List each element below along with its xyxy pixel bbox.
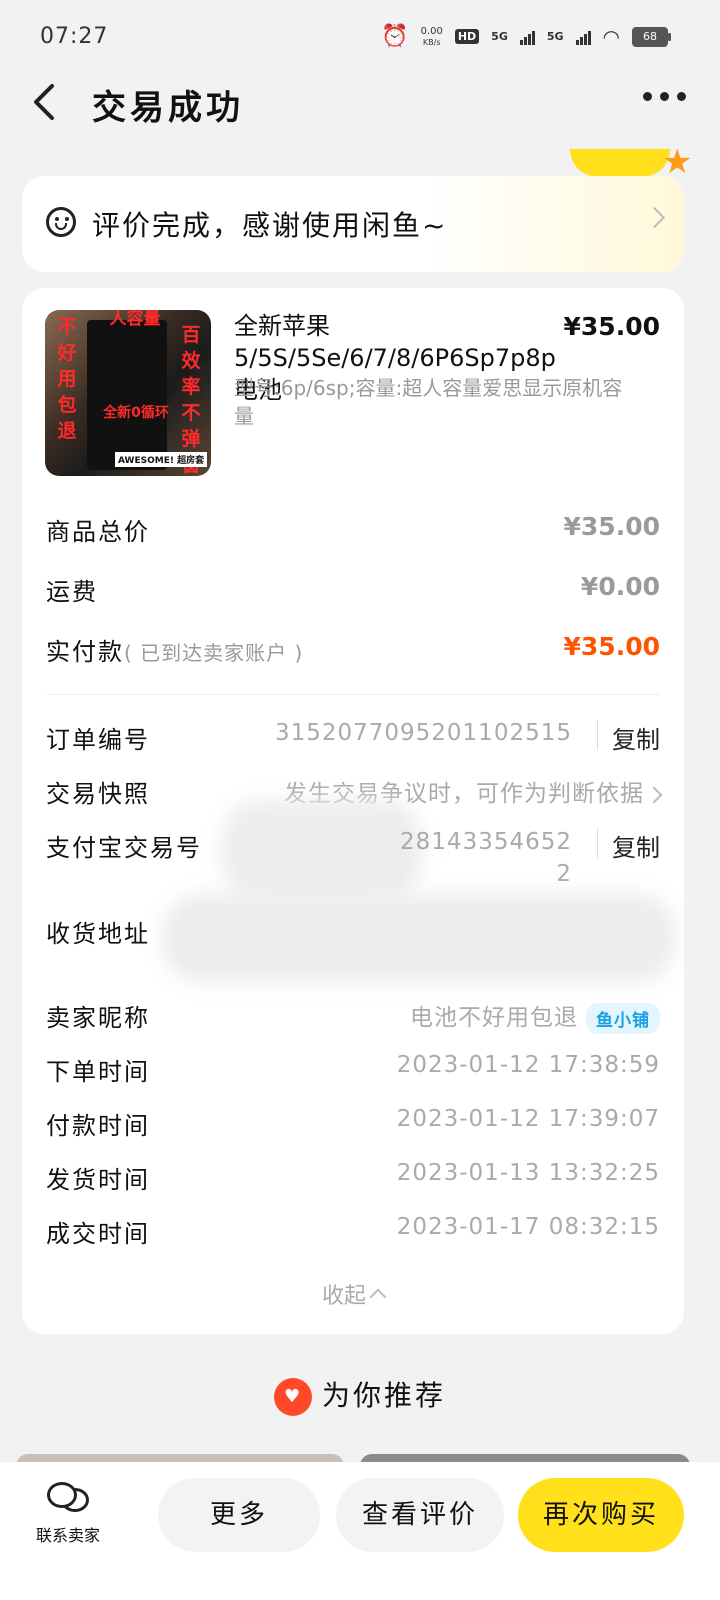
paid-label: 实付款 — [46, 638, 124, 666]
paid-label-group: 实付款( 已到达卖家账户 ) — [46, 632, 303, 667]
total-price-label: 商品总价 — [46, 518, 150, 546]
wifi-icon: ◠ — [602, 24, 620, 49]
deal-time-row: 成交时间 2023-01-17 08:32:15 — [46, 1214, 660, 1254]
top-nav: 交易成功 — [0, 72, 720, 132]
order-number-label: 订单编号 — [46, 726, 150, 754]
recommend-section-title: ♥ 为你推荐 — [0, 1374, 720, 1416]
deal-time-label: 成交时间 — [46, 1220, 150, 1248]
heart-icon: ♥ — [273, 1378, 312, 1416]
dot-icon — [660, 92, 669, 101]
shop-badge: 鱼小铺 — [586, 1003, 660, 1034]
net-speed-unit: KB/s — [422, 37, 441, 47]
alipay-label: 支付宝交易号 — [46, 834, 202, 862]
order-card: 人容量 不好用包退 百效率不弹窗 全新0循环 AWESOME! 超房套 全新苹果… — [22, 288, 684, 1334]
view-review-button[interactable]: 查看评价 — [336, 1478, 504, 1552]
smile-icon — [46, 207, 76, 237]
product-price: ¥35.00 — [563, 312, 660, 341]
alipay-row: 支付宝交易号 28143354652 2 复制 — [46, 828, 660, 892]
divider — [46, 694, 660, 695]
pay-time-label: 付款时间 — [46, 1112, 150, 1140]
order-time-value: 2023-01-12 17:38:59 — [396, 1052, 660, 1078]
signal-icon-2 — [575, 29, 591, 45]
shipping-value: ¥0.00 — [580, 572, 660, 601]
alarm-icon: ⏰ — [381, 24, 409, 49]
chat-icon — [47, 1482, 89, 1516]
alipay-value-line2: 2 — [556, 861, 572, 887]
copy-order-number-button[interactable]: 复制 — [597, 720, 660, 754]
collapse-label: 收起 — [321, 1284, 366, 1309]
status-icons: ⏰ 0.00 KB/s HD 5G 5G ◠ 68 — [381, 24, 671, 49]
net-speed: 0.00 KB/s — [421, 26, 443, 48]
hd-icon: HD — [454, 29, 480, 44]
ship-time-value: 2023-01-13 13:32:25 — [396, 1160, 660, 1186]
status-time: 07:27 — [40, 24, 109, 49]
bottom-action-bar: 联系卖家 更多 查看评价 再次购买 — [0, 1462, 720, 1600]
total-price-value: ¥35.00 — [563, 512, 660, 541]
status-bar: 07:27 ⏰ 0.00 KB/s HD 5G 5G ◠ 68 — [0, 0, 720, 72]
battery-icon: 68 — [632, 26, 671, 47]
order-number-row: 订单编号 3152077095201102515 复制 — [46, 720, 660, 760]
product-image[interactable]: 人容量 不好用包退 百效率不弹窗 全新0循环 AWESOME! 超房套 — [45, 310, 211, 476]
contact-seller-button[interactable]: 联系卖家 — [28, 1482, 108, 1546]
copy-alipay-button[interactable]: 复制 — [597, 828, 660, 862]
snapshot-label: 交易快照 — [46, 780, 150, 808]
more-options-button[interactable] — [643, 92, 686, 101]
signal-label-1: 5G — [491, 30, 508, 43]
order-number-value: 3152077095201102515 — [274, 720, 572, 746]
image-text-middle: 全新0循环 — [103, 405, 169, 421]
star-icon: ★ — [662, 142, 693, 182]
net-speed-value: 0.00 — [420, 25, 443, 37]
image-text-left: 不好用包退 — [57, 316, 77, 442]
seller-value-group: 电池不好用包退 鱼小铺 — [410, 998, 660, 1034]
ship-time-label: 发货时间 — [46, 1166, 150, 1194]
review-complete-text: 评价完成，感谢使用闲鱼~ — [92, 209, 448, 242]
back-arrow-icon — [34, 84, 54, 120]
order-time-row: 下单时间 2023-01-12 17:38:59 — [46, 1052, 660, 1092]
address-label: 收货地址 — [46, 920, 150, 948]
signal-label-2: 5G — [546, 30, 564, 43]
ship-time-row: 发货时间 2023-01-13 13:32:25 — [46, 1160, 660, 1200]
paid-value: ¥35.00 — [563, 632, 660, 661]
seller-name: 电池不好用包退 — [410, 1005, 578, 1031]
page-title: 交易成功 — [92, 88, 244, 128]
back-button[interactable] — [30, 78, 70, 126]
pay-time-row: 付款时间 2023-01-12 17:39:07 — [46, 1106, 660, 1146]
shipping-row: 运费 ¥0.00 — [46, 572, 660, 612]
recommend-title-text: 为你推荐 — [321, 1379, 446, 1412]
total-price-row: 商品总价 ¥35.00 — [46, 512, 660, 552]
rebuy-button[interactable]: 再次购买 — [518, 1478, 684, 1552]
paid-row: 实付款( 已到达卖家账户 ) ¥35.00 — [46, 632, 660, 672]
chevron-right-icon — [643, 206, 666, 229]
deal-time-value: 2023-01-17 08:32:15 — [396, 1214, 660, 1240]
seller-row[interactable]: 卖家昵称 电池不好用包退 鱼小铺 — [46, 998, 660, 1038]
dot-icon — [643, 92, 652, 101]
alipay-value-line1: 28143354652 — [400, 829, 572, 855]
collapse-button[interactable]: 收起 — [22, 1278, 684, 1310]
address-row: 收货地址 — [46, 914, 660, 954]
review-complete-banner[interactable]: 评价完成，感谢使用闲鱼~ — [22, 176, 684, 272]
product-spec: 型号:6p/6sp;容量:超人容量爱思显示原机容量 — [234, 376, 623, 428]
chevron-right-icon — [645, 786, 663, 804]
more-button[interactable]: 更多 — [158, 1478, 320, 1552]
battery-photo — [87, 320, 167, 470]
image-badge: AWESOME! 超房套 — [115, 452, 208, 467]
signal-icon — [519, 29, 535, 45]
chevron-up-icon — [369, 1288, 387, 1306]
alipay-value: 28143354652 2 — [400, 826, 572, 890]
image-text-top: 人容量 — [109, 310, 161, 329]
shipping-label: 运费 — [46, 578, 98, 606]
dot-icon — [677, 92, 686, 101]
order-time-label: 下单时间 — [46, 1058, 150, 1086]
paid-hint: ( 已到达卖家账户 ) — [124, 641, 304, 665]
decoration-banner — [570, 149, 670, 177]
seller-label: 卖家昵称 — [46, 1004, 150, 1032]
contact-seller-label: 联系卖家 — [35, 1526, 100, 1545]
pay-time-value: 2023-01-12 17:39:07 — [396, 1106, 660, 1132]
